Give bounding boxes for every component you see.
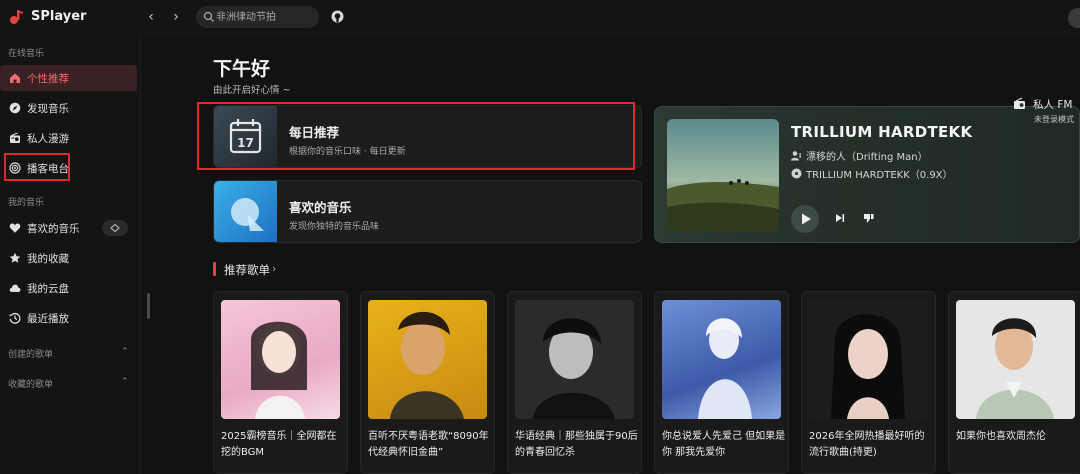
sidebar-item-label: 发现音乐 (27, 103, 69, 115)
fm-artist: 漂移的人（Drifting Man） (806, 152, 928, 163)
fm-login-note: 未登录模式 (1034, 115, 1074, 124)
fm-artist-row[interactable]: 漂移的人（Drifting Man） (791, 148, 928, 163)
playlist-name: 百听不厌粤语老歌“8090年代经典怀旧金曲” (368, 431, 489, 458)
sidebar-item-label: 私人漫游 (27, 133, 69, 145)
fm-album: TRILLIUM HARDTEKK（0.9X） (806, 170, 953, 181)
radio-icon (1014, 97, 1025, 109)
sidebar-item-label: 最近播放 (27, 313, 69, 325)
radio-icon (10, 132, 20, 143)
album-icon (791, 168, 802, 179)
artist-icon (791, 151, 801, 161)
search-icon (203, 11, 214, 22)
highlight-box-podcast (4, 153, 70, 181)
heartbeat-mode-button[interactable] (102, 220, 128, 236)
liked-music-card[interactable]: 喜欢的音乐 发现你独特的音乐品味 (213, 180, 642, 243)
chevron-up-icon[interactable]: ⌃ (121, 347, 129, 357)
sidebar-item-label: 我的云盘 (27, 283, 69, 295)
chevron-right-icon[interactable]: › (272, 262, 276, 275)
sidebar-item-recommend[interactable]: 个性推荐 (0, 65, 137, 91)
cover-art-image (251, 321, 308, 419)
sidebar-item-label: 喜欢的音乐 (27, 223, 80, 235)
app-title: SPlayer (31, 9, 87, 24)
playlist-cover (809, 300, 928, 419)
page-subtitle: 由此开启好心情 ~ (213, 85, 291, 96)
section-label-my-music: 我的音乐 (8, 198, 45, 208)
cover-art-image (831, 314, 905, 419)
highlight-box-daily (197, 102, 635, 170)
liked-music-icon (231, 198, 264, 231)
playlist-card[interactable]: 华语经典｜那些独属于90后的青春回忆杀 (507, 291, 642, 474)
fm-album-row[interactable]: TRILLIUM HARDTEKK（0.9X） (791, 166, 953, 181)
liked-subtitle: 发现你独特的音乐品味 (289, 222, 380, 232)
section-label-collected[interactable]: 收藏的歌单 (8, 377, 53, 390)
sidebar-item-recent[interactable]: 最近播放 (0, 305, 137, 331)
sidebar-item-roam[interactable]: 私人漫游 (0, 125, 137, 151)
chevron-up-icon[interactable]: ⌃ (121, 377, 129, 387)
sidebar-item-cloud[interactable]: 我的云盘 (0, 275, 137, 301)
playlist-card[interactable]: 你总说爱人先爱己 但如果是你 那我先爱你 (654, 291, 789, 474)
play-icon (802, 213, 811, 225)
home-icon (10, 73, 20, 83)
fm-album-cover[interactable] (667, 119, 779, 231)
forward-arrow-icon[interactable]: › (167, 8, 185, 26)
playlist-cover (956, 300, 1075, 419)
page-title: 下午好 (213, 58, 271, 80)
playlist-cover (221, 300, 340, 419)
playlist-cover (515, 300, 634, 419)
sidebar-item-liked[interactable]: 喜欢的音乐 (0, 215, 137, 241)
fm-play-button[interactable] (791, 205, 819, 233)
playlist-cover (368, 300, 487, 419)
sidebar-item-label: 我的收藏 (27, 253, 69, 265)
playlist-card[interactable]: 百听不厌粤语老歌“8090年代经典怀旧金曲” (360, 291, 495, 474)
playlist-cover (662, 300, 781, 419)
cover-art-image (390, 311, 464, 419)
playlist-name: 华语经典｜那些独属于90后的青春回忆杀 (515, 431, 638, 458)
album-art-image (667, 119, 779, 231)
sidebar-item-collection[interactable]: 我的收藏 (0, 245, 137, 271)
sidebar-item-label: 个性推荐 (27, 73, 69, 85)
compass-icon (9, 102, 21, 114)
history-icon (9, 312, 21, 324)
sidebar-item-discover[interactable]: 发现音乐 (0, 95, 137, 121)
section-title-playlists[interactable]: 推荐歌单 (224, 262, 270, 278)
liked-title: 喜欢的音乐 (289, 200, 352, 215)
cover-art-image (976, 318, 1054, 419)
playlist-name: 2025霸榜音乐｜全网都在挖的BGM (221, 431, 337, 458)
github-icon[interactable] (331, 10, 344, 23)
music-note-logo-icon (10, 10, 23, 24)
playlist-name: 如果你也喜欢周杰伦 (956, 431, 1046, 442)
section-label-created[interactable]: 创建的歌单 (8, 347, 53, 360)
fm-label: 私人 FM (1033, 99, 1073, 111)
fm-song-title: TRILLIUM HARDTEKK (791, 123, 973, 141)
sidebar: 在线音乐 个性推荐 发现音乐 私人漫游 播客电台 我的音乐 喜欢的音乐 我的收藏… (0, 36, 141, 474)
playlist-name: 2026年全网热播最好听的流行歌曲(持更) (809, 431, 925, 458)
avatar[interactable] (1068, 8, 1080, 28)
star-icon (9, 252, 21, 263)
search-input[interactable] (216, 8, 312, 26)
dislike-icon[interactable] (862, 211, 876, 225)
search-box[interactable] (196, 6, 319, 28)
liked-thumb (214, 181, 277, 242)
playlist-card[interactable]: 2026年全网热播最好听的流行歌曲(持更) (801, 291, 936, 474)
personal-fm-card[interactable]: TRILLIUM HARDTEKK 漂移的人（Drifting Man） TRI… (654, 106, 1080, 243)
section-accent-bar (213, 262, 216, 276)
playlist-name: 你总说爱人先爱己 但如果是你 那我先爱你 (662, 431, 786, 458)
playlist-card[interactable]: 2025霸榜音乐｜全网都在挖的BGM (213, 291, 348, 474)
playlist-card[interactable]: 如果你也喜欢周杰伦 (948, 291, 1080, 474)
heart-icon (9, 223, 21, 233)
heartbeat-icon (110, 223, 120, 233)
cover-art-image (698, 318, 752, 419)
next-track-icon[interactable] (833, 211, 847, 225)
back-arrow-icon[interactable]: ‹ (142, 8, 160, 26)
section-label-online: 在线音乐 (8, 49, 45, 59)
sidebar-resize-handle[interactable] (147, 293, 150, 319)
cloud-icon (9, 284, 21, 292)
cover-art-image (533, 318, 615, 419)
top-bar: SPlayer ‹ › (0, 0, 1080, 36)
